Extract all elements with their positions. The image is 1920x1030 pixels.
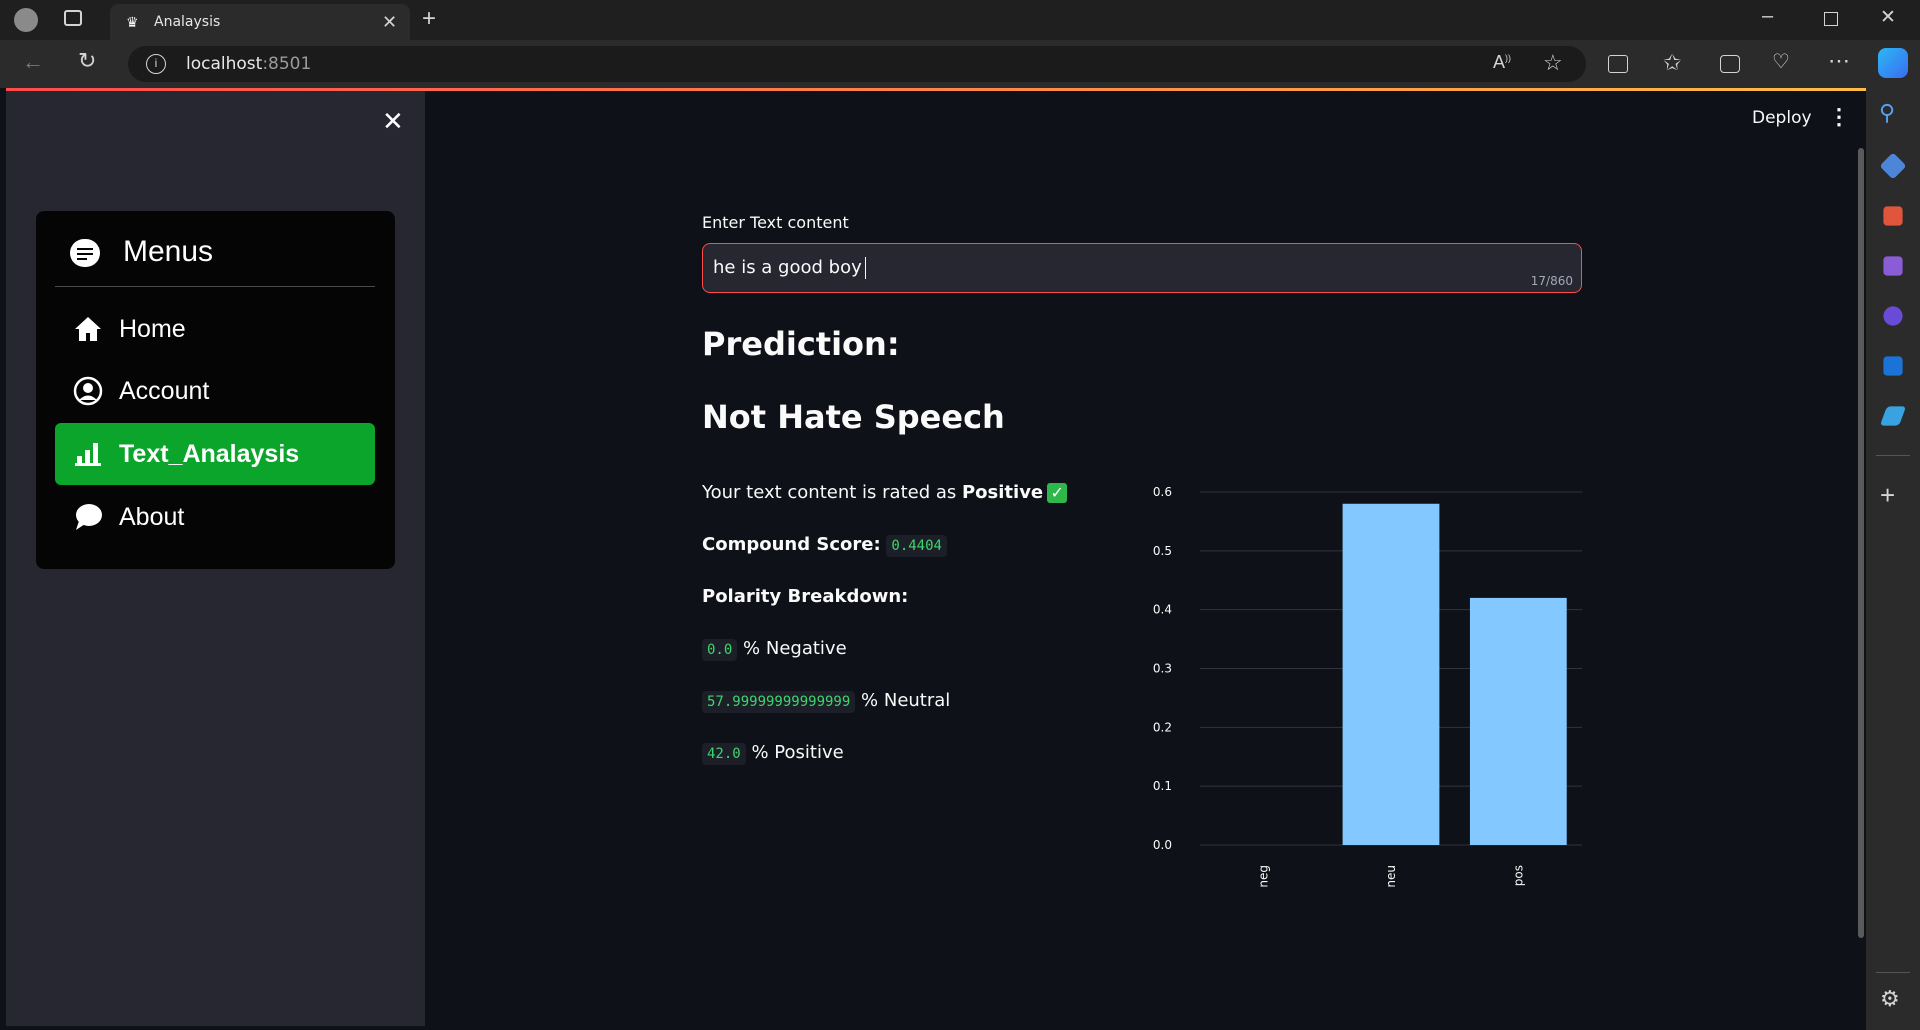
microsoft-365-icon[interactable] [1883,306,1903,326]
check-mark-icon: ✓ [1047,483,1068,503]
chart-bar-neu [1342,503,1440,845]
search-icon[interactable]: ⚲ [1879,102,1895,124]
polarity-label: % Neutral [861,690,951,711]
polarity-positive: 42.0 % Positive [702,742,844,765]
favorites-icon[interactable]: ✩ [1663,52,1681,74]
new-tab-icon[interactable]: + [422,7,436,31]
prediction-heading: Prediction: [702,325,900,363]
chart-y-tick-label: 0.2 [1153,720,1172,734]
polarity-value: 0.0 [702,639,738,661]
polarity-value: 57.99999999999999 [702,691,856,713]
menu-item-about[interactable]: About [55,486,375,548]
polarity-neutral: 57.99999999999999 % Neutral [702,690,951,713]
back-icon[interactable]: ← [22,51,44,73]
streamlit-favicon-icon: ♛ [126,14,139,30]
compound-label: Compound Score: [702,534,881,555]
chart-bar-pos [1469,597,1567,845]
app-main [425,91,1866,1026]
bar-chart-icon [75,443,101,466]
site-info-icon[interactable]: i [146,54,166,74]
rating-prefix: Your text content is rated as [702,482,962,503]
polarity-bar-chart: 0.0 0.1 0.2 0.3 0.4 0.5 0.6 neg neu pos [1153,485,1582,888]
sidebar-settings-gear-icon[interactable]: ⚙ [1880,988,1900,1010]
favorite-star-icon[interactable]: ☆ [1543,52,1563,74]
menu-item-label: About [119,503,185,531]
refresh-icon[interactable]: ↻ [78,50,96,72]
main-menu-icon[interactable]: ⋮ [1828,104,1850,130]
chart-y-tick-label: 0.4 [1153,603,1172,617]
collections-icon[interactable] [1720,55,1740,73]
edge-sidebar [1866,88,1920,1030]
chat-bubble-icon [76,504,102,530]
chart-y-tick-label: 0.0 [1153,838,1172,852]
rating-line: Your text content is rated as Positive ✓ [702,482,1068,503]
read-aloud-icon[interactable]: A)) [1493,53,1511,71]
chart-y-tick-label: 0.1 [1153,779,1172,793]
compound-line: Compound Score: 0.4404 [702,534,947,557]
games-icon[interactable] [1883,256,1903,276]
minimize-icon[interactable]: – [1762,6,1773,26]
chart-x-tick-label: pos [1511,865,1525,886]
menu-title: Menus [123,235,214,268]
edge-sidebar-divider-bottom [1876,972,1910,973]
chart-y-tick-label: 0.3 [1153,662,1172,676]
text-content-input[interactable]: he is a good boy 17/860 [702,243,1582,293]
rating-value: Positive [961,482,1044,503]
text-caret [864,257,866,279]
text-content-value[interactable]: he is a good boy [713,257,866,279]
add-sidebar-icon[interactable]: + [1880,482,1895,508]
menu-item-account[interactable]: Account [55,360,375,422]
menu-item-home[interactable]: Home [55,298,375,360]
polarity-negative: 0.0 % Negative [702,638,847,661]
edge-sidebar-divider [1876,455,1910,456]
profile-avatar-icon[interactable] [14,8,38,32]
polarity-label: % Positive [751,742,844,763]
compound-value: 0.4404 [886,535,947,557]
polarity-value: 42.0 [702,743,746,765]
url-field[interactable]: i [128,46,1586,82]
deploy-button[interactable]: Deploy [1752,108,1812,128]
close-sidebar-icon[interactable]: ✕ [382,106,404,137]
url-text[interactable]: localhost:8501 [186,54,311,74]
split-screen-icon[interactable] [1608,55,1628,73]
close-window-icon[interactable]: ✕ [1880,8,1896,27]
house-icon [75,317,101,341]
menu-item-label: Text_Analaysis [119,440,300,468]
url-host: localhost [186,54,263,74]
chart-x-tick-label: neg [1257,865,1271,888]
copilot-icon[interactable] [1878,48,1908,78]
chart-y-tick-label: 0.6 [1153,485,1172,499]
menu-divider [55,286,375,287]
person-circle-icon [73,376,103,406]
prediction-result: Not Hate Speech [702,398,1005,436]
chart-y-tick-label: 0.5 [1153,544,1172,558]
main-scrollbar[interactable] [1858,148,1864,938]
restore-icon[interactable] [1824,12,1838,26]
close-tab-icon[interactable]: ✕ [382,13,397,31]
chart-x-tick-label: neu [1384,865,1398,888]
url-port: :8501 [262,54,312,74]
menu-item-text-analaysis[interactable]: Text_Analaysis [55,423,375,485]
tab-actions-icon[interactable] [64,10,82,26]
tools-briefcase-icon[interactable] [1883,206,1903,226]
browser-tab-bar: ♛ Analaysis ✕ + – ✕ [0,0,1920,40]
polarity-label: % Negative [743,638,847,659]
settings-more-icon[interactable]: ⋯ [1828,50,1850,72]
menu-item-label: Home [119,315,186,343]
text-input-label: Enter Text content [702,213,849,232]
text-content-value-text: he is a good boy [713,257,862,278]
char-counter: 17/860 [1530,274,1573,288]
browser-essentials-icon[interactable]: ♡ [1772,52,1790,72]
browser-tab[interactable]: ♛ Analaysis ✕ [110,4,410,40]
menu-item-label: Account [119,377,210,405]
outlook-icon[interactable] [1883,356,1903,376]
tab-title: Analaysis [154,14,221,30]
polarity-heading: Polarity Breakdown: [702,586,909,607]
menu-chat-icon [70,239,100,267]
